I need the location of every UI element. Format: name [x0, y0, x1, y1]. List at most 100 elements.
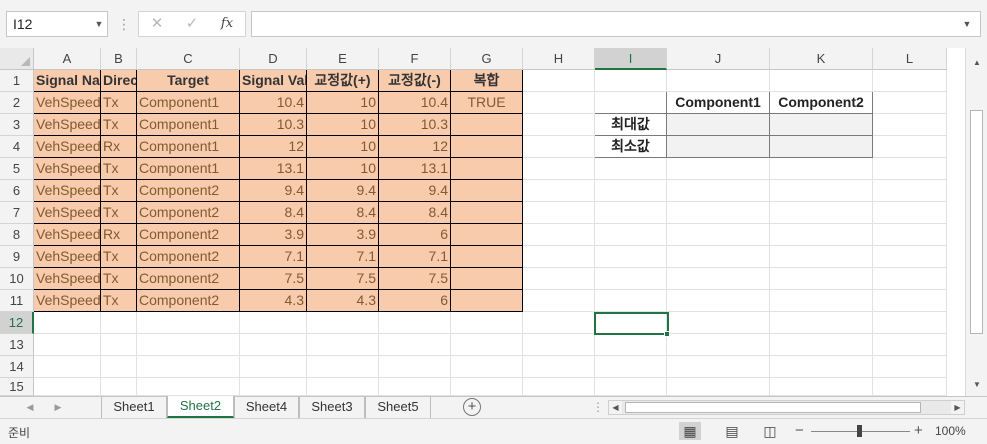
select-all-corner[interactable] [0, 48, 34, 70]
cell[interactable] [379, 334, 451, 356]
insert-function-icon[interactable]: fx [212, 12, 242, 36]
column-header-j[interactable]: J [667, 48, 770, 70]
row-header-4[interactable]: 4 [0, 136, 34, 158]
table-data-cell[interactable]: 12 [379, 136, 451, 158]
prev-sheet-icon[interactable]: ◀ [22, 399, 38, 415]
table-data-cell[interactable]: 12 [240, 136, 307, 158]
table-data-cell[interactable]: 9.4 [240, 180, 307, 202]
table-data-cell[interactable]: VehSpeed [34, 202, 101, 224]
table-header-cell[interactable]: Signal Name [34, 70, 101, 92]
cell[interactable] [770, 158, 873, 180]
scroll-up-icon[interactable]: ▲ [970, 56, 984, 70]
cell[interactable] [523, 334, 595, 356]
page-layout-view-icon[interactable]: ▤ [721, 422, 743, 440]
cell[interactable] [523, 268, 595, 290]
cell[interactable] [873, 378, 947, 396]
cell[interactable] [667, 246, 770, 268]
cell[interactable] [523, 202, 595, 224]
cell[interactable] [523, 70, 595, 92]
table-data-cell[interactable]: Tx [101, 202, 137, 224]
summary-value-cell[interactable] [667, 136, 770, 158]
column-header-h[interactable]: H [523, 48, 595, 70]
cell[interactable] [307, 334, 379, 356]
scroll-left-icon[interactable]: ◀ [609, 401, 622, 414]
cell[interactable] [873, 92, 947, 114]
table-data-cell[interactable]: Rx [101, 136, 137, 158]
column-header-c[interactable]: C [137, 48, 240, 70]
table-data-cell[interactable]: 8.4 [307, 202, 379, 224]
cell[interactable] [595, 356, 667, 378]
table-data-cell[interactable]: 8.4 [379, 202, 451, 224]
cell[interactable] [240, 312, 307, 334]
cell[interactable] [595, 268, 667, 290]
cell[interactable] [523, 312, 595, 334]
row-header-11[interactable]: 11 [0, 290, 34, 312]
row-header-12[interactable]: 12 [0, 312, 34, 334]
cell[interactable] [379, 356, 451, 378]
cell[interactable] [770, 180, 873, 202]
table-data-cell[interactable] [451, 136, 523, 158]
table-data-cell[interactable]: Component1 [137, 114, 240, 136]
table-data-cell[interactable]: 10 [307, 136, 379, 158]
cell[interactable] [770, 378, 873, 396]
cell[interactable] [240, 356, 307, 378]
table-data-cell[interactable]: Component2 [137, 246, 240, 268]
table-data-cell[interactable]: VehSpeed [34, 246, 101, 268]
table-data-cell[interactable]: 7.1 [240, 246, 307, 268]
column-header-l[interactable]: L [873, 48, 947, 70]
table-data-cell[interactable] [451, 202, 523, 224]
table-data-cell[interactable]: Component1 [137, 92, 240, 114]
cell[interactable] [34, 334, 101, 356]
cell[interactable] [451, 378, 523, 396]
table-header-cell[interactable]: Target [137, 70, 240, 92]
cell[interactable] [307, 378, 379, 396]
row-header-7[interactable]: 7 [0, 202, 34, 224]
normal-view-icon[interactable]: ▦ [679, 422, 701, 440]
cell[interactable] [873, 136, 947, 158]
cell[interactable] [595, 180, 667, 202]
sheet-tab-sheet3[interactable]: Sheet3 [299, 397, 365, 418]
expand-formula-bar-icon[interactable]: ▼ [960, 12, 974, 36]
cell[interactable] [137, 334, 240, 356]
cell[interactable] [667, 268, 770, 290]
cell[interactable] [523, 158, 595, 180]
cell[interactable] [873, 246, 947, 268]
table-data-cell[interactable]: 7.1 [307, 246, 379, 268]
cell[interactable] [873, 158, 947, 180]
table-data-cell[interactable]: Tx [101, 114, 137, 136]
table-data-cell[interactable] [451, 268, 523, 290]
summary-corner-cell[interactable] [595, 92, 667, 114]
column-header-d[interactable]: D [240, 48, 307, 70]
cell[interactable] [379, 312, 451, 334]
row-header-14[interactable]: 14 [0, 356, 34, 378]
table-data-cell[interactable]: 10 [307, 92, 379, 114]
cell[interactable] [523, 92, 595, 114]
cell[interactable] [667, 290, 770, 312]
table-data-cell[interactable]: 10.4 [379, 92, 451, 114]
table-data-cell[interactable] [451, 114, 523, 136]
cell[interactable] [595, 202, 667, 224]
cell[interactable] [770, 224, 873, 246]
tab-split-grip-icon[interactable]: ⋮ [592, 399, 604, 415]
table-data-cell[interactable]: Tx [101, 92, 137, 114]
table-data-cell[interactable]: 6 [379, 290, 451, 312]
cell[interactable] [770, 290, 873, 312]
cell[interactable] [451, 356, 523, 378]
table-data-cell[interactable]: Component2 [137, 268, 240, 290]
zoom-out-icon[interactable]: − [795, 422, 807, 440]
table-data-cell[interactable]: Component2 [137, 224, 240, 246]
cell[interactable] [873, 312, 947, 334]
table-header-cell[interactable]: 복합 [451, 70, 523, 92]
table-data-cell[interactable]: 4.3 [307, 290, 379, 312]
cell[interactable] [101, 378, 137, 396]
table-data-cell[interactable]: 3.9 [240, 224, 307, 246]
vertical-scroll-thumb[interactable] [970, 110, 983, 334]
cell[interactable] [873, 290, 947, 312]
table-data-cell[interactable]: 10.3 [379, 114, 451, 136]
cell[interactable] [523, 246, 595, 268]
vertical-scrollbar[interactable]: ▲ ▼ [965, 48, 987, 396]
table-data-cell[interactable]: Tx [101, 268, 137, 290]
table-data-cell[interactable]: Component1 [137, 136, 240, 158]
column-header-e[interactable]: E [307, 48, 379, 70]
table-data-cell[interactable]: VehSpeed [34, 114, 101, 136]
